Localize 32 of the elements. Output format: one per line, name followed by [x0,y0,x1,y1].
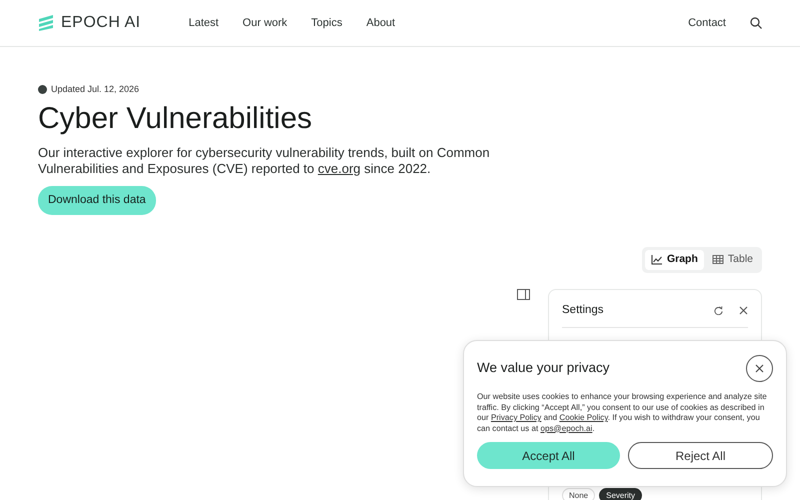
filter-chip[interactable]: Severity [599,488,642,500]
nav-link[interactable]: About [366,14,396,32]
status-dot [38,85,47,94]
nav-link[interactable]: Our work [242,14,288,32]
settings-title: Settings [562,302,604,318]
reset-icon[interactable] [714,306,723,315]
table-icon [712,254,724,266]
close-button[interactable] [746,355,773,382]
nav-link[interactable]: Latest [188,14,219,32]
view-tab[interactable]: Table [706,250,759,270]
accept-button[interactable]: Accept All [477,442,620,469]
policy-link[interactable]: ops@epoch.ai [540,424,592,432]
reject-button[interactable]: Reject All [628,442,773,469]
filter-chip[interactable]: None [562,488,596,500]
updated-date: Updated Jul. 12, 2026 [51,83,140,96]
page-title: Cyber Vulnerabilities [38,100,314,136]
close-icon[interactable] [739,306,748,315]
logo-text[interactable]: EPOCH AI [61,11,141,35]
sidebar-toggle-icon[interactable] [517,288,530,300]
source-link[interactable]: cve.org [318,160,361,176]
consent-text: Our website uses cookies to enhance your browsing experience and analyze site traffic. By clicking “Accept All,” you consent to our use of cookies as described in our Privacy Policy and Cookie Policy. If you wish to withdraw your consent, you can contact us at ops@epoch.ai. [477,392,768,434]
close-icon [755,364,764,373]
download-button[interactable]: Download this data [38,186,156,215]
line-chart-icon [650,254,663,266]
nav-link[interactable]: Topics [311,14,342,32]
policy-link[interactable]: Privacy Policy [490,413,542,422]
view-tab[interactable]: Graph [644,250,704,270]
banner-title: We value your privacy [477,359,610,378]
description: Our interactive explorer for cybersecurity vulnerability trends, built on Common Vulnerabilities and Exposures (CVE) reported to cve.org since 2022. [38,144,491,176]
search-icon[interactable] [750,17,762,29]
contact-link[interactable]: Contact [688,14,726,32]
policy-link[interactable]: Cookie Policy [559,413,608,422]
